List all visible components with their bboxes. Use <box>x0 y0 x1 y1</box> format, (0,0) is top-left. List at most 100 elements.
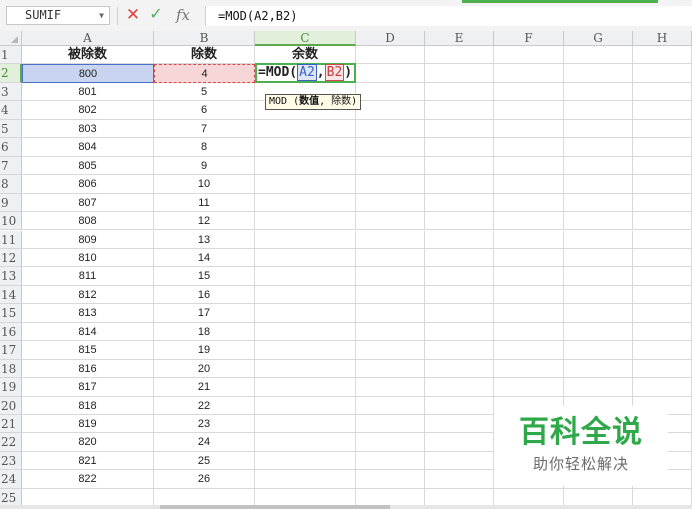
name-box[interactable]: SUMIF ▼ <box>6 6 110 25</box>
cell-a12[interactable]: 810 <box>22 248 154 268</box>
cell-d22[interactable] <box>356 433 425 452</box>
cell-d2[interactable] <box>356 64 425 83</box>
cell-h16[interactable] <box>633 322 692 342</box>
cell-b15[interactable]: 17 <box>154 304 255 323</box>
cell-h8[interactable] <box>633 175 692 194</box>
cell-d12[interactable] <box>356 248 425 268</box>
row-header-13[interactable]: 13 <box>0 267 22 286</box>
cell-b14[interactable]: 16 <box>154 285 255 305</box>
cell-f7[interactable] <box>494 156 564 176</box>
cell-d19[interactable] <box>356 378 425 397</box>
cell-e1[interactable] <box>425 46 494 65</box>
cell-a9[interactable]: 807 <box>22 193 154 213</box>
cell-a16[interactable]: 814 <box>22 322 154 342</box>
cell-d13[interactable] <box>356 267 425 286</box>
cell-d23[interactable] <box>356 451 425 471</box>
cell-c8[interactable] <box>255 175 356 194</box>
cell-a21[interactable]: 819 <box>22 415 154 434</box>
cell-d11[interactable] <box>356 230 425 249</box>
cell-d4[interactable] <box>356 101 425 120</box>
cell-h1[interactable] <box>633 46 692 65</box>
cell-b6[interactable]: 8 <box>154 138 255 157</box>
chevron-down-icon[interactable]: ▼ <box>99 7 104 24</box>
cell-b22[interactable]: 24 <box>154 433 255 452</box>
cell-a7[interactable]: 805 <box>22 156 154 176</box>
cell-h4[interactable] <box>633 101 692 120</box>
col-header-e[interactable]: E <box>425 31 494 46</box>
cell-b8[interactable]: 10 <box>154 175 255 194</box>
row-header-15[interactable]: 15 <box>0 304 22 323</box>
cell-b7[interactable]: 9 <box>154 156 255 176</box>
cell-b16[interactable]: 18 <box>154 322 255 342</box>
cell-e13[interactable] <box>425 267 494 286</box>
cell-g18[interactable] <box>564 359 633 379</box>
cell-c24[interactable] <box>255 470 356 489</box>
cell-f16[interactable] <box>494 322 564 342</box>
row-header-21[interactable]: 21 <box>0 415 22 434</box>
cell-b10[interactable]: 12 <box>154 212 255 231</box>
row-header-14[interactable]: 14 <box>0 285 22 305</box>
cell-b3[interactable]: 5 <box>154 82 255 102</box>
cell-f9[interactable] <box>494 193 564 213</box>
cell-h17[interactable] <box>633 341 692 360</box>
cell-d10[interactable] <box>356 212 425 231</box>
cell-e17[interactable] <box>425 341 494 360</box>
cell-f11[interactable] <box>494 230 564 249</box>
cell-h5[interactable] <box>633 119 692 139</box>
row-header-4[interactable]: 4 <box>0 101 22 120</box>
cell-f17[interactable] <box>494 341 564 360</box>
formula-input[interactable]: =MOD(A2,B2) <box>205 6 692 26</box>
header-remainder[interactable]: 余数 <box>255 46 356 65</box>
cell-f4[interactable] <box>494 101 564 120</box>
cell-h6[interactable] <box>633 138 692 157</box>
cell-g2[interactable] <box>564 64 633 83</box>
cell-c10[interactable] <box>255 212 356 231</box>
cell-c9[interactable] <box>255 193 356 213</box>
cell-e4[interactable] <box>425 101 494 120</box>
cell-d16[interactable] <box>356 322 425 342</box>
row-header-16[interactable]: 16 <box>0 322 22 342</box>
cell-f6[interactable] <box>494 138 564 157</box>
cell-e10[interactable] <box>425 212 494 231</box>
cell-e3[interactable] <box>425 82 494 102</box>
cell-a10[interactable]: 808 <box>22 212 154 231</box>
cell-e23[interactable] <box>425 451 494 471</box>
cell-d20[interactable] <box>356 396 425 415</box>
cell-g19[interactable] <box>564 378 633 397</box>
cell-b21[interactable]: 23 <box>154 415 255 434</box>
cell-g13[interactable] <box>564 267 633 286</box>
cell-h13[interactable] <box>633 267 692 286</box>
cell-b17[interactable]: 19 <box>154 341 255 360</box>
cell-d18[interactable] <box>356 359 425 379</box>
cell-g7[interactable] <box>564 156 633 176</box>
cell-h11[interactable] <box>633 230 692 249</box>
cell-e2[interactable] <box>425 64 494 83</box>
cell-e11[interactable] <box>425 230 494 249</box>
cell-e6[interactable] <box>425 138 494 157</box>
row-header-8[interactable]: 8 <box>0 175 22 194</box>
row-header-18[interactable]: 18 <box>0 359 22 379</box>
cell-e16[interactable] <box>425 322 494 342</box>
row-header-22[interactable]: 22 <box>0 433 22 452</box>
cell-c22[interactable] <box>255 433 356 452</box>
row-header-11[interactable]: 11 <box>0 230 22 249</box>
cell-d7[interactable] <box>356 156 425 176</box>
cell-c20[interactable] <box>255 396 356 415</box>
cell-e9[interactable] <box>425 193 494 213</box>
cell-a20[interactable]: 818 <box>22 396 154 415</box>
cell-e24[interactable] <box>425 470 494 489</box>
row-header-6[interactable]: 6 <box>0 138 22 157</box>
header-dividend[interactable]: 被除数 <box>22 46 154 65</box>
row-header-3[interactable]: 3 <box>0 82 22 102</box>
cell-e22[interactable] <box>425 433 494 452</box>
cell-a17[interactable]: 815 <box>22 341 154 360</box>
cell-e7[interactable] <box>425 156 494 176</box>
cell-g1[interactable] <box>564 46 633 65</box>
row-header-10[interactable]: 10 <box>0 212 22 231</box>
cell-f13[interactable] <box>494 267 564 286</box>
col-header-b[interactable]: B <box>154 31 255 46</box>
col-header-d[interactable]: D <box>356 31 425 46</box>
row-header-12[interactable]: 12 <box>0 248 22 268</box>
row-header-5[interactable]: 5 <box>0 119 22 139</box>
cell-a4[interactable]: 802 <box>22 101 154 120</box>
